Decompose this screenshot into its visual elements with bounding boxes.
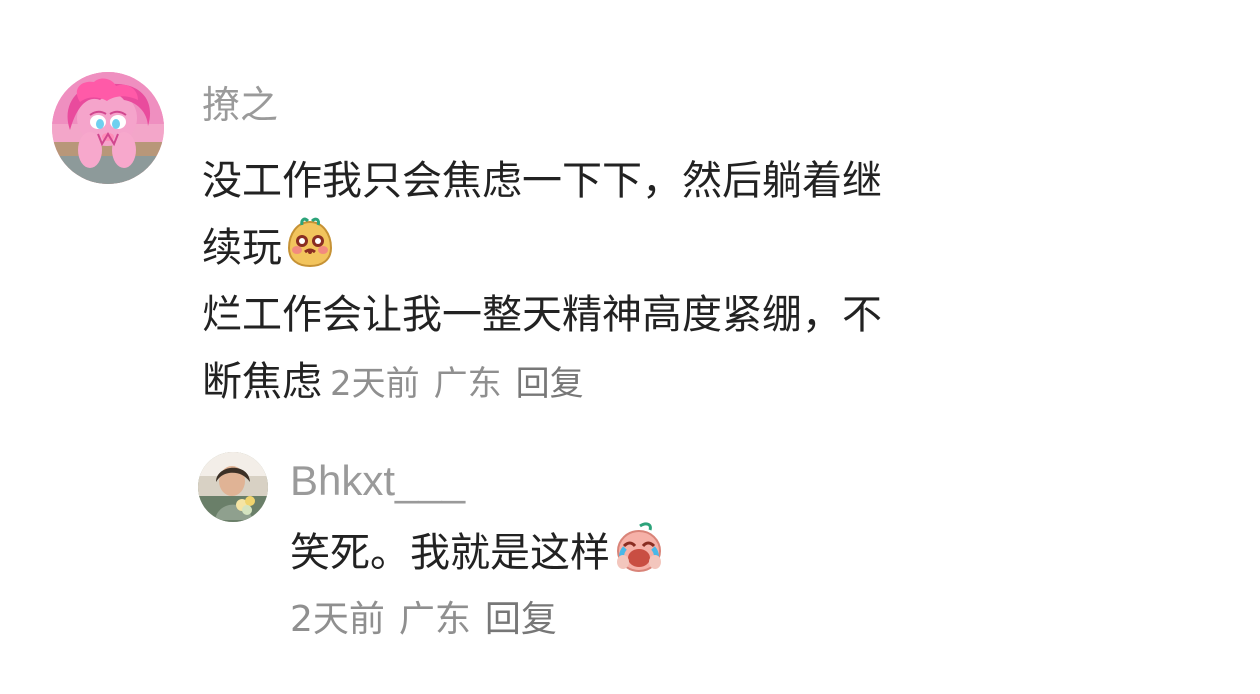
comment-location: 广东 xyxy=(433,364,502,404)
comment-text-line: 断焦虑 xyxy=(202,359,322,405)
user-photo-avatar-icon xyxy=(198,452,268,522)
laugh-cry-emoji-icon xyxy=(612,522,666,574)
comment-content: 没工作我只会焦虑一下下，然后躺着继 续玩 烂工作会让我一整天精神高度紧绷，不 断… xyxy=(202,148,1044,418)
comment-text-line: 没工作我只会焦虑一下下，然后躺着继 xyxy=(202,158,882,204)
pink-pony-avatar-icon xyxy=(52,72,164,184)
reply-meta: 2天前 广东 回复 xyxy=(290,602,557,638)
reply-text: 笑死。我就是这样 xyxy=(290,530,610,576)
reply-time: 2天前 xyxy=(290,599,385,640)
reply-button[interactable]: 回复 xyxy=(485,599,557,640)
comment-text-line: 烂工作会让我一整天精神高度紧绷，不 xyxy=(202,292,882,338)
comment-username[interactable]: 撩之 xyxy=(202,86,278,124)
reply-button[interactable]: 回复 xyxy=(516,364,584,404)
comment-time: 2天前 xyxy=(330,364,420,404)
reply-location: 广东 xyxy=(398,599,471,640)
reply-username[interactable]: Bhkxt___ xyxy=(290,460,465,502)
avatar[interactable] xyxy=(52,72,164,184)
comment-text-line: 续玩 xyxy=(202,225,282,271)
comment-meta: 2天前 广东 回复 xyxy=(330,364,584,404)
reply-content: 笑死。我就是这样 xyxy=(290,522,850,582)
emoji-svg xyxy=(617,522,661,572)
avatar[interactable] xyxy=(198,452,268,522)
emoji-svg xyxy=(287,217,333,268)
sweet-potato-smile-emoji-icon xyxy=(284,217,336,269)
